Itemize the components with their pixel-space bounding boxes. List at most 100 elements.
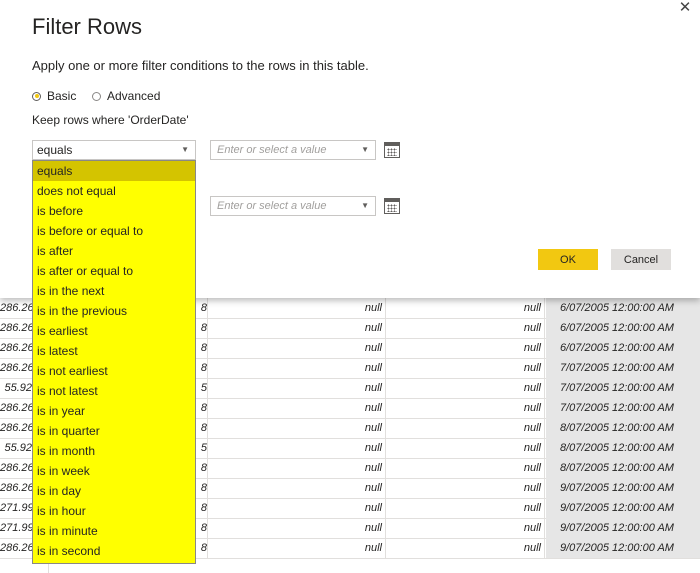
dropdown-option[interactable]: is latest [33,341,195,361]
table-cell: 5 [196,438,208,458]
dropdown-option[interactable]: is in hour [33,501,195,521]
table-cell: 6/07/2005 12:00:00 AM [546,338,700,358]
table-cell: null [387,358,545,378]
dropdown-option[interactable]: is not earliest [33,361,195,381]
chevron-down-icon: ▼ [181,145,189,154]
table-cell: 8 [196,518,208,538]
dropdown-option[interactable]: is before or equal to [33,221,195,241]
radio-basic-label: Basic [47,89,77,103]
table-cell: 8/07/2005 12:00:00 AM [546,438,700,458]
chevron-down-icon: ▼ [361,145,369,154]
table-cell: 7/07/2005 12:00:00 AM [546,358,700,378]
table-cell: 9/07/2005 12:00:00 AM [546,518,700,538]
value-input-2[interactable]: Enter or select a value ▼ [210,196,376,216]
calendar-icon[interactable] [384,198,400,214]
radio-advanced-label: Advanced [107,89,161,103]
table-cell: 8/07/2005 12:00:00 AM [546,458,700,478]
dropdown-option[interactable]: is in day [33,481,195,501]
table-cell: null [387,398,545,418]
table-cell: 7/07/2005 12:00:00 AM [546,398,700,418]
table-cell: 286.26 [0,542,34,554]
value-input-1[interactable]: Enter or select a value ▼ [210,140,376,160]
table-cell: null [208,358,386,378]
close-icon[interactable]: ✕ [677,0,693,16]
table-cell: null [387,438,545,458]
table-cell: 6/07/2005 12:00:00 AM [546,318,700,338]
dropdown-option[interactable]: is in the next [33,281,195,301]
table-cell: null [208,318,386,338]
table-cell: 6/07/2005 12:00:00 AM [546,298,700,318]
table-cell: 8 [196,358,208,378]
table-cell: 271.99 [0,502,34,514]
table-cell: 286.26 [0,422,34,434]
dropdown-option[interactable]: is in minute [33,521,195,541]
radio-checked-icon [32,91,41,101]
table-cell: 55.92 [4,382,32,394]
dialog-subtitle: Apply one or more filter conditions to t… [32,58,369,73]
table-cell: 286.26 [0,362,34,374]
dropdown-option[interactable]: is after or equal to [33,261,195,281]
table-cell: 8 [196,318,208,338]
table-cell: 286.26 [0,482,34,494]
table-cell: null [208,338,386,358]
table-cell: null [387,478,545,498]
value-input-2-placeholder: Enter or select a value [217,200,327,212]
table-cell: null [208,398,386,418]
table-cell: 271.99 [0,522,34,534]
table-cell: null [208,498,386,518]
table-cell: 9/07/2005 12:00:00 AM [546,498,700,518]
dropdown-option[interactable]: is in second [33,541,195,561]
table-cell: 8 [196,458,208,478]
cancel-button[interactable]: Cancel [611,249,671,270]
ok-button[interactable]: OK [538,249,598,270]
radio-unchecked-icon [92,91,101,101]
table-cell: 9/07/2005 12:00:00 AM [546,478,700,498]
table-cell: null [387,338,545,358]
dropdown-option[interactable]: does not equal [33,181,195,201]
dropdown-option[interactable]: is in year [33,401,195,421]
dropdown-option[interactable]: is in the previous [33,301,195,321]
keep-rows-label: Keep rows where 'OrderDate' [32,113,189,127]
table-cell: null [208,538,386,558]
table-cell: null [387,518,545,538]
radio-advanced[interactable]: Advanced [92,89,160,103]
table-cell: 7/07/2005 12:00:00 AM [546,378,700,398]
dropdown-option[interactable]: is earliest [33,321,195,341]
dropdown-option[interactable]: equals [33,161,195,181]
table-cell: 286.26 [0,322,34,334]
calendar-icon[interactable] [384,142,400,158]
value-input-1-placeholder: Enter or select a value [217,144,327,156]
table-cell: null [387,378,545,398]
table-cell: 8 [196,398,208,418]
table-cell: 8 [196,538,208,558]
table-cell: 8 [196,338,208,358]
dropdown-option[interactable]: is in quarter [33,421,195,441]
dropdown-option[interactable]: is before [33,201,195,221]
table-cell: null [208,418,386,438]
table-cell: 5 [196,378,208,398]
dropdown-option[interactable]: is in month [33,441,195,461]
table-cell: null [208,378,386,398]
radio-basic[interactable]: Basic [32,89,76,103]
table-cell: null [387,538,545,558]
dropdown-option[interactable]: is not latest [33,381,195,401]
table-cell: 286.26 [0,342,34,354]
dropdown-option[interactable]: is after [33,241,195,261]
table-cell: 8 [196,498,208,518]
table-cell: 286.26 [0,402,34,414]
table-cell: null [208,298,386,318]
table-cell: 8 [196,478,208,498]
operator-select[interactable]: equals ▼ [32,140,196,160]
table-cell: 286.26 [0,302,34,314]
table-cell: null [387,498,545,518]
table-cell: 286.26 [0,462,34,474]
dropdown-option[interactable]: is in week [33,461,195,481]
operator-select-value: equals [37,143,73,157]
table-cell: 8 [196,298,208,318]
table-cell: 9/07/2005 12:00:00 AM [546,538,700,558]
table-cell: null [387,318,545,338]
table-cell: 8 [196,418,208,438]
chevron-down-icon: ▼ [361,201,369,210]
table-cell: null [208,458,386,478]
table-cell: null [208,438,386,458]
